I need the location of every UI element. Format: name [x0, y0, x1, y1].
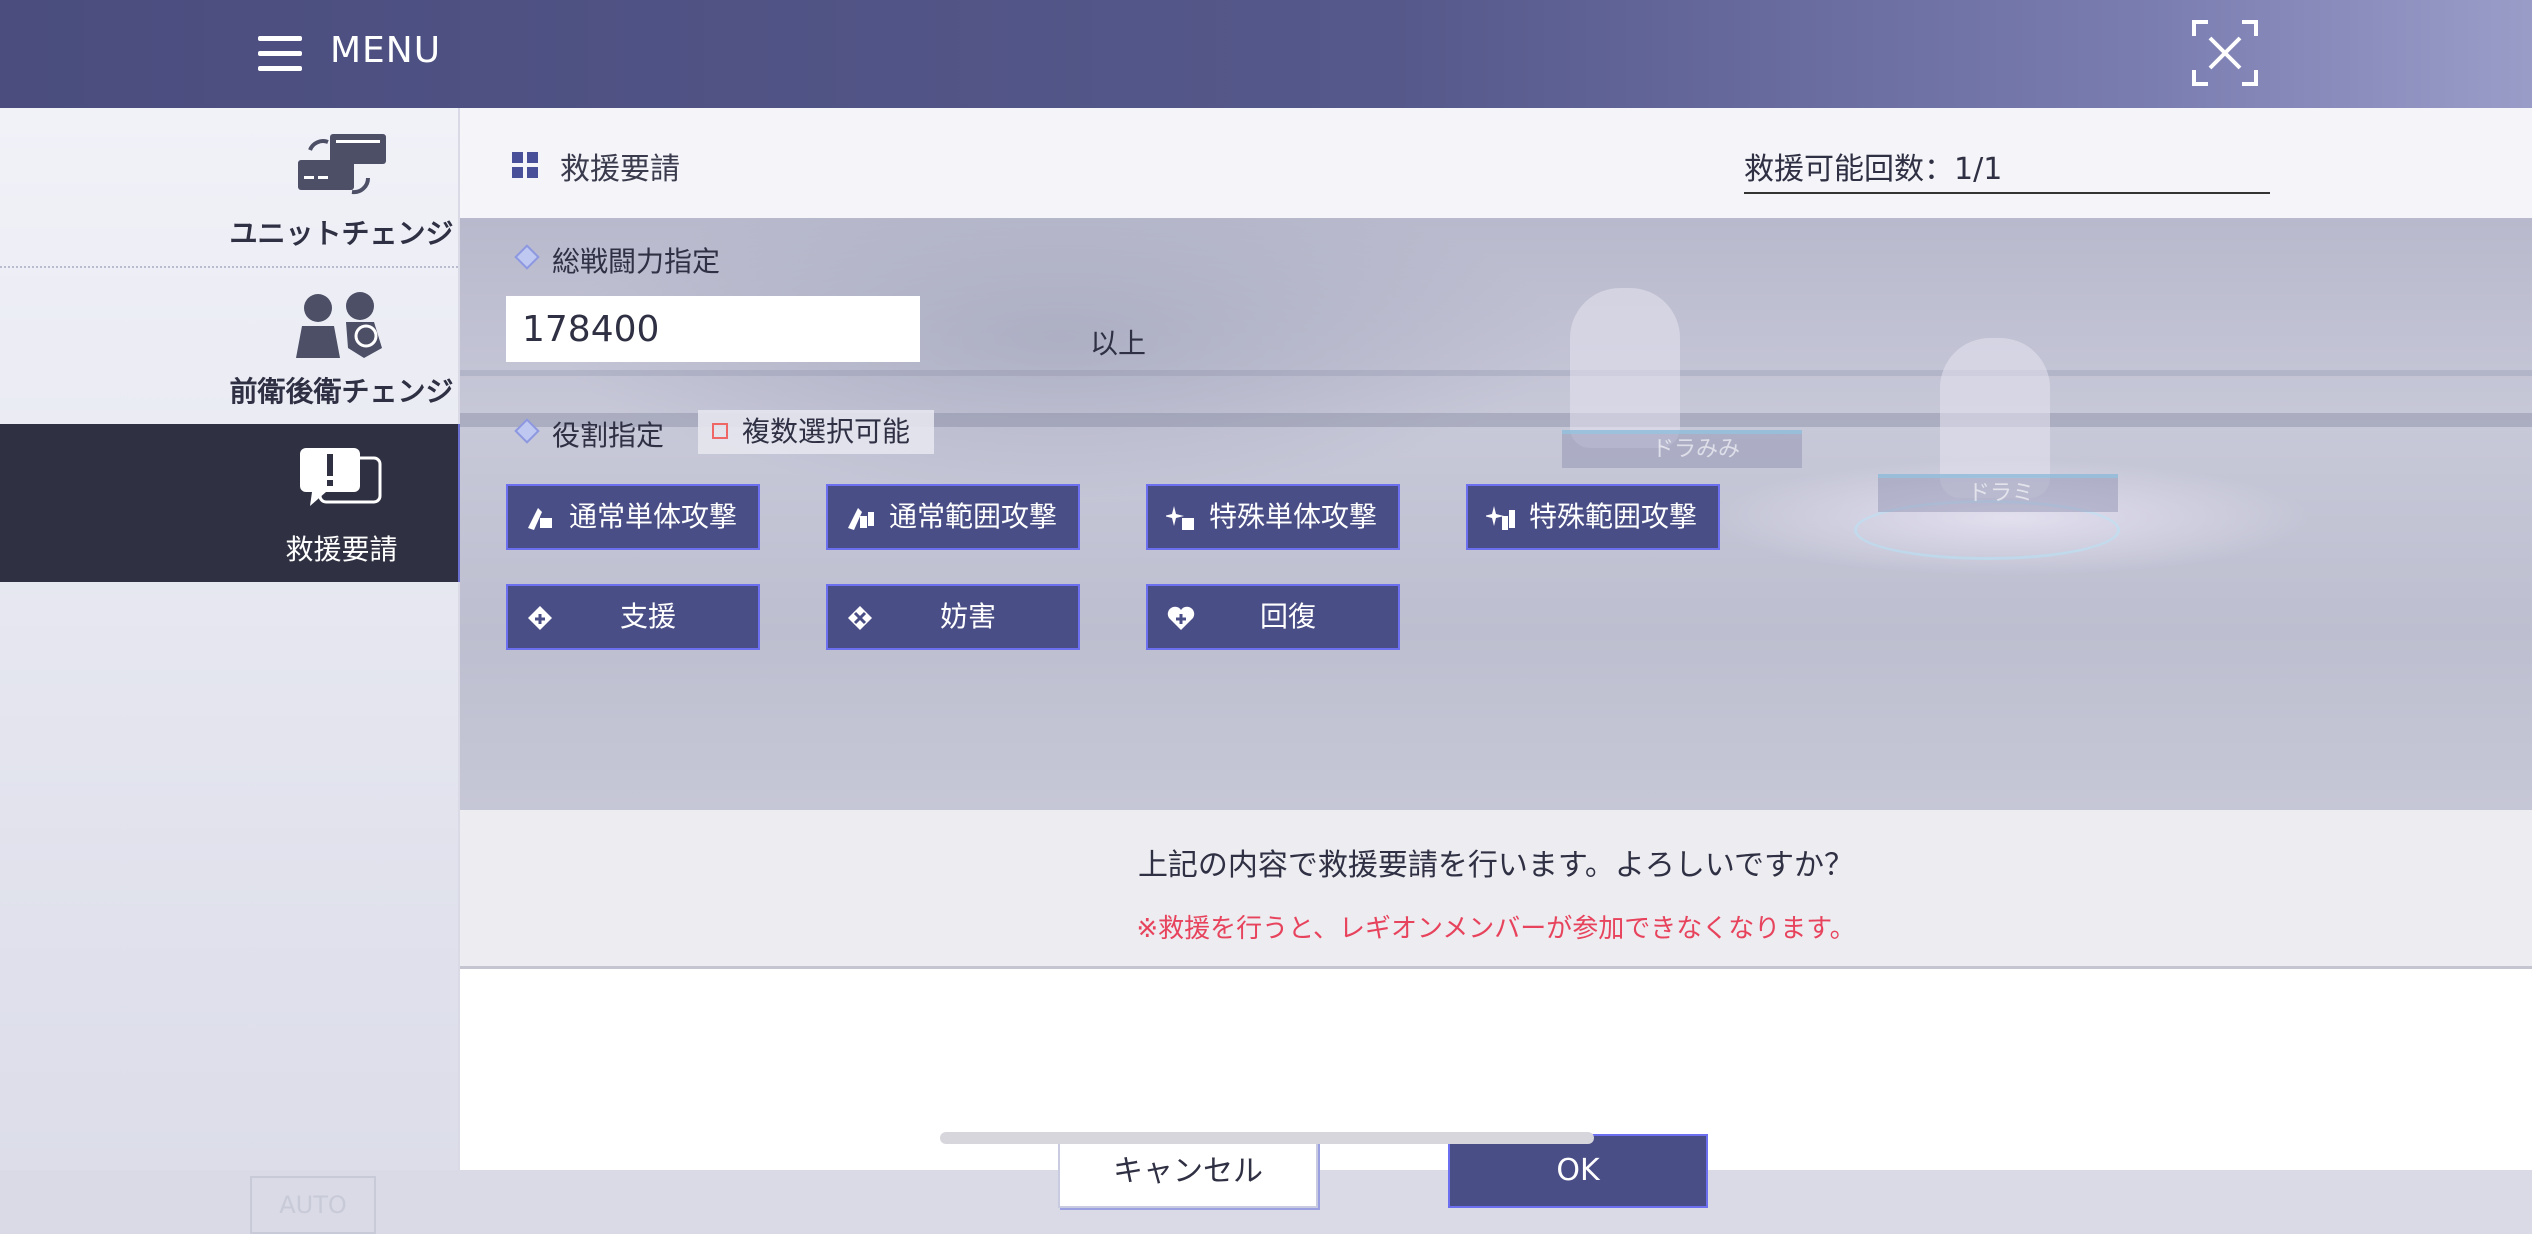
- role-button-label: 回復: [1259, 600, 1316, 633]
- unit-change-icon: [298, 134, 386, 195]
- role-button-label: 妨害: [939, 600, 996, 633]
- multi-select-badge: 複数選択可能: [698, 410, 934, 454]
- top-bar: MENU: [0, 0, 2532, 108]
- power-label: 総戦闘力指定: [552, 245, 721, 278]
- background-character: [1570, 288, 1680, 448]
- page-title: 救援要請: [560, 152, 680, 187]
- heal-icon: [1167, 606, 1195, 630]
- close-icon[interactable]: [2192, 20, 2258, 86]
- role-button-obstruct[interactable]: 妨害: [826, 584, 1080, 650]
- role-label: 役割指定: [552, 419, 665, 452]
- power-input[interactable]: [506, 296, 920, 362]
- sidebar-item-label: ユニットチェンジ: [229, 217, 454, 250]
- role-button-special-single[interactable]: 特殊単体攻撃: [1146, 484, 1400, 550]
- role-button-normal-area[interactable]: 通常範囲攻撃: [826, 484, 1080, 550]
- sidebar-item-rescue-request[interactable]: 救援要請: [0, 424, 462, 582]
- background-name-tag: ドラミ: [1878, 474, 2118, 512]
- menu-label[interactable]: MENU: [330, 30, 441, 71]
- hamburger-icon[interactable]: [258, 36, 302, 71]
- special-area-attack-icon: [1486, 506, 1515, 530]
- role-button-normal-single[interactable]: 通常単体攻撃: [506, 484, 760, 550]
- obstruct-icon: [848, 606, 872, 630]
- auto-button: AUTO: [250, 1176, 376, 1234]
- cancel-button[interactable]: キャンセル: [1058, 1134, 1318, 1208]
- support-icon: [528, 606, 552, 630]
- power-suffix: 以上: [1090, 327, 1147, 360]
- role-button-label: 通常単体攻撃: [568, 500, 737, 533]
- special-single-attack-icon: [1166, 506, 1194, 530]
- role-button-label: 支援: [619, 600, 676, 633]
- confirm-section: 上記の内容で救援要請を行います。よろしいですか？ ※救援を行うと、レギオンメンバ…: [460, 810, 2532, 969]
- sidebar: ユニットチェンジ 前衛後衛チェンジ 救援要請 AUTO: [0, 108, 462, 1234]
- role-button-heal[interactable]: 回復: [1146, 584, 1400, 650]
- role-button-label: 特殊範囲攻撃: [1528, 500, 1697, 533]
- home-indicator: [940, 1132, 1594, 1144]
- main-panel: 救援要請 救援可能回数：1/1 ドラみみ ドラミ 総戦闘力指定 以上 役割指定 …: [460, 108, 2532, 1208]
- role-button-label: 通常範囲攻撃: [888, 500, 1057, 533]
- rescue-request-icon: [300, 448, 382, 506]
- battle-background: ドラみみ ドラミ 総戦闘力指定 以上 役割指定 複数選択可能 通常単体攻撃 通常…: [460, 218, 2532, 810]
- normal-area-attack-icon: [848, 508, 874, 530]
- rescue-count: 救援可能回数：1/1: [1744, 144, 2270, 194]
- multi-select-label: 複数選択可能: [742, 415, 911, 448]
- normal-single-attack-icon: [528, 508, 552, 530]
- sidebar-item-label: 救援要請: [285, 533, 398, 566]
- role-button-special-area[interactable]: 特殊範囲攻撃: [1466, 484, 1720, 550]
- background-railing: [460, 370, 2532, 376]
- confirm-warning: ※救援を行うと、レギオンメンバーが参加できなくなります。: [1136, 914, 1856, 944]
- confirm-question: 上記の内容で救援要請を行います。よろしいですか？: [1137, 848, 1855, 883]
- sidebar-item-unit-change[interactable]: ユニットチェンジ: [0, 108, 458, 268]
- background-name-tag: ドラみみ: [1562, 430, 1802, 468]
- sidebar-item-label: 前衛後衛チェンジ: [229, 375, 454, 408]
- ok-button[interactable]: OK: [1448, 1134, 1708, 1208]
- multi-select-icon: [712, 423, 728, 439]
- position-change-icon: [296, 292, 382, 358]
- sidebar-item-position-change[interactable]: 前衛後衛チェンジ: [0, 266, 458, 426]
- grid-icon: [512, 152, 538, 178]
- title-bar: 救援要請 救援可能回数：1/1: [460, 108, 2532, 218]
- diamond-bullet-icon: [514, 244, 540, 270]
- role-button-label: 特殊単体攻撃: [1208, 500, 1377, 533]
- role-button-support[interactable]: 支援: [506, 584, 760, 650]
